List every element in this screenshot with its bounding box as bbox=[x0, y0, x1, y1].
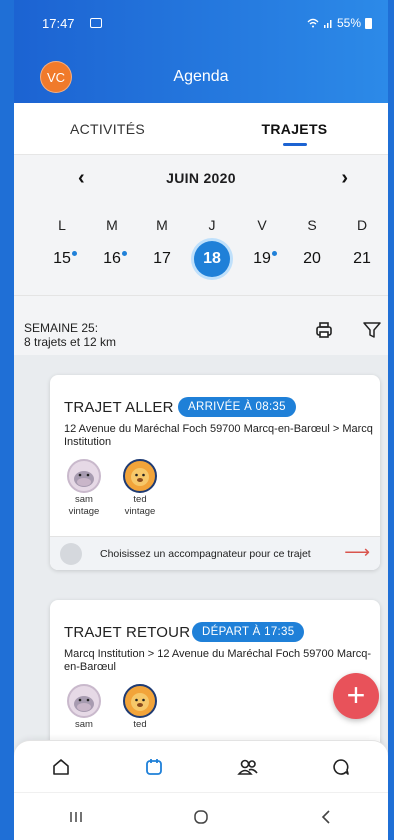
day-number: 16 bbox=[95, 245, 129, 273]
child-first-name: ted bbox=[133, 494, 147, 505]
day-saturday[interactable]: S 20 bbox=[292, 217, 332, 277]
day-of-week: J bbox=[208, 217, 216, 233]
children-list: sam ted bbox=[64, 684, 160, 730]
week-calendar: ‹ JUIN 2020 › L 15 M 16 M 17 J 18 V 19 S 20 D 2… bbox=[14, 155, 388, 295]
arrow-right-icon[interactable]: ⟶ bbox=[344, 542, 370, 563]
children-list: sam vintage ted vintage bbox=[64, 459, 160, 517]
departure-badge: DÉPART À 17:35 bbox=[192, 622, 305, 642]
child-first-name: sam bbox=[75, 494, 93, 505]
hippo-avatar-icon bbox=[67, 684, 101, 718]
calendar-icon bbox=[146, 758, 163, 775]
child-sam[interactable]: sam bbox=[64, 684, 104, 730]
back-icon[interactable] bbox=[306, 802, 346, 832]
child-sam[interactable]: sam vintage bbox=[64, 459, 104, 517]
day-of-week: S bbox=[307, 217, 317, 233]
day-sunday[interactable]: D 21 bbox=[342, 217, 382, 277]
day-of-week: V bbox=[257, 217, 267, 233]
day-of-week: M bbox=[156, 217, 168, 233]
phone-frame: 17:47 55% VC Agenda ACTIVITÉS TRAJETS ‹ … bbox=[0, 0, 394, 840]
app-header: 17:47 55% VC Agenda bbox=[14, 0, 388, 103]
tab-trajets[interactable]: TRAJETS bbox=[201, 103, 388, 154]
home-icon bbox=[52, 758, 69, 775]
choose-escort-row[interactable]: Choisissez un accompagnateur pour ce tra… bbox=[50, 536, 380, 570]
day-number: 19 bbox=[245, 245, 279, 273]
day-of-week: L bbox=[58, 217, 66, 233]
bottom-navigation bbox=[14, 740, 388, 792]
child-first-name: sam bbox=[75, 719, 93, 730]
week-totals: 8 trajets et 12 km bbox=[24, 335, 117, 349]
trip-title: TRAJET RETOUR bbox=[64, 624, 191, 641]
filter-button[interactable] bbox=[356, 314, 388, 346]
choose-escort-text: Choisissez un accompagnateur pour ce tra… bbox=[100, 548, 311, 560]
tab-activites[interactable]: ACTIVITÉS bbox=[14, 103, 201, 154]
day-friday[interactable]: V 19 bbox=[242, 217, 282, 277]
trips-list: TRAJET ALLER ARRIVÉE À 08:35 12 Avenue d… bbox=[14, 355, 388, 760]
nav-home[interactable] bbox=[41, 747, 81, 787]
print-button[interactable] bbox=[308, 314, 340, 346]
printer-icon bbox=[316, 322, 332, 338]
day-of-week: M bbox=[106, 217, 118, 233]
page-title: Agenda bbox=[173, 68, 229, 85]
status-time: 17:47 bbox=[42, 16, 75, 31]
trip-card-retour[interactable]: TRAJET RETOUR DÉPART À 17:35 Marcq Insti… bbox=[50, 600, 380, 760]
arrival-badge: ARRIVÉE À 08:35 bbox=[178, 397, 296, 417]
event-dot bbox=[272, 251, 277, 256]
day-number: 17 bbox=[153, 250, 171, 267]
add-trip-button[interactable]: + bbox=[333, 673, 379, 719]
trip-card-aller[interactable]: TRAJET ALLER ARRIVÉE À 08:35 12 Avenue d… bbox=[50, 375, 380, 570]
chat-icon bbox=[333, 758, 350, 775]
tab-bar: ACTIVITÉS TRAJETS bbox=[14, 103, 388, 155]
month-label: JUIN 2020 bbox=[166, 170, 236, 186]
trip-address: 12 Avenue du Maréchal Foch 59700 Marcq-e… bbox=[64, 423, 373, 448]
nav-agenda[interactable] bbox=[134, 747, 174, 787]
nav-messages[interactable] bbox=[321, 747, 361, 787]
day-number: 21 bbox=[353, 250, 371, 267]
event-dot bbox=[122, 251, 127, 256]
system-navigation-bar bbox=[14, 792, 388, 840]
week-summary-text: SEMAINE 25: 8 trajets et 12 km bbox=[24, 321, 116, 349]
child-last-name: vintage bbox=[68, 506, 100, 517]
app-screen: 17:47 55% VC Agenda ACTIVITÉS TRAJETS ‹ … bbox=[14, 0, 388, 840]
child-first-name: ted bbox=[133, 719, 147, 730]
battery-percent: 55% bbox=[336, 16, 361, 30]
escort-placeholder-avatar bbox=[60, 543, 82, 565]
gallery-notification-icon bbox=[90, 18, 102, 28]
lion-avatar-icon bbox=[123, 459, 157, 493]
next-month-icon[interactable]: › bbox=[341, 167, 348, 190]
status-right: 55% bbox=[307, 16, 372, 30]
nav-community[interactable] bbox=[228, 747, 268, 787]
trip-title: TRAJET ALLER bbox=[64, 399, 174, 416]
recent-apps-icon[interactable] bbox=[56, 802, 96, 832]
day-strip: L 15 M 16 M 17 J 18 V 19 S 20 D 21 bbox=[42, 217, 382, 277]
day-thursday-selected[interactable]: J 18 bbox=[192, 217, 232, 277]
child-last-name: vintage bbox=[124, 506, 156, 517]
week-number: SEMAINE 25: bbox=[24, 321, 99, 335]
child-ted[interactable]: ted bbox=[120, 684, 160, 730]
day-of-week: D bbox=[356, 217, 368, 233]
day-number: 18 bbox=[194, 241, 230, 277]
lion-avatar-icon bbox=[123, 684, 157, 718]
status-bar: 17:47 55% bbox=[14, 14, 388, 34]
people-icon bbox=[237, 759, 258, 775]
day-number: 15 bbox=[45, 245, 79, 273]
event-dot bbox=[72, 251, 77, 256]
signal-icon bbox=[323, 20, 332, 28]
home-system-icon[interactable] bbox=[181, 802, 221, 832]
day-wednesday[interactable]: M 17 bbox=[142, 217, 182, 277]
filter-icon bbox=[363, 322, 381, 338]
wifi-icon bbox=[307, 18, 319, 28]
trip-address: Marcq Institution > 12 Avenue du Marécha… bbox=[64, 648, 372, 673]
day-number: 20 bbox=[303, 250, 321, 267]
week-summary: SEMAINE 25: 8 trajets et 12 km bbox=[14, 295, 388, 355]
month-selector: ‹ JUIN 2020 › bbox=[14, 167, 388, 189]
day-monday[interactable]: L 15 bbox=[42, 217, 82, 277]
battery-icon bbox=[365, 17, 372, 29]
day-tuesday[interactable]: M 16 bbox=[92, 217, 132, 277]
child-ted[interactable]: ted vintage bbox=[120, 459, 160, 517]
hippo-avatar-icon bbox=[67, 459, 101, 493]
